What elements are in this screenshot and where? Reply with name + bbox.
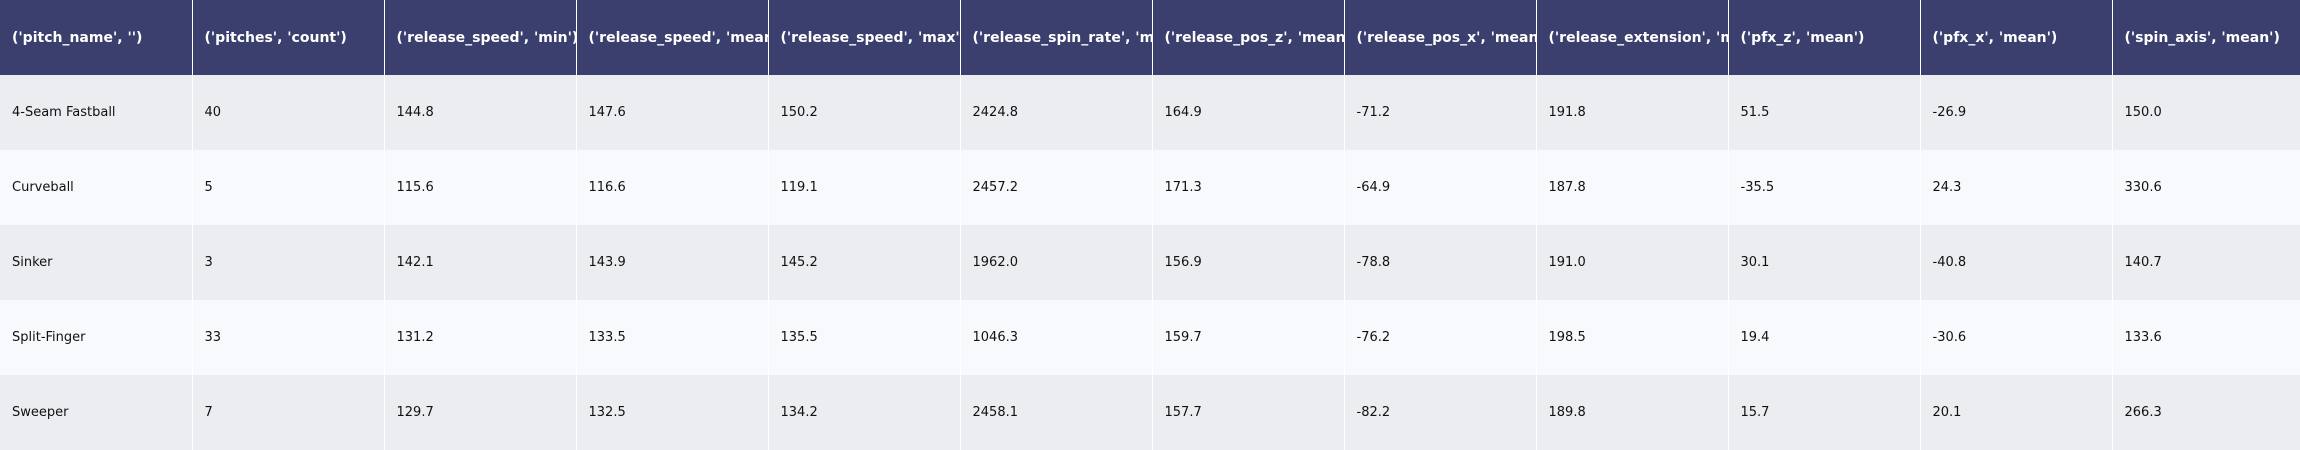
table-cell: -30.6 [1919, 300, 2112, 375]
table-cell: 3 [191, 225, 384, 300]
table-cell: 5 [191, 150, 384, 225]
table-cell: 4-Seam Fastball [0, 75, 192, 150]
table-cell: 135.5 [767, 300, 960, 375]
table-cell: 134.2 [767, 375, 960, 450]
table-cell: 19.4 [1727, 300, 1920, 375]
table-cell: Split-Finger [0, 300, 192, 375]
table-cell: 159.7 [1151, 300, 1344, 375]
table-cell: Curveball [0, 150, 192, 225]
table-cell: -26.9 [1919, 75, 2112, 150]
table-cell: 119.1 [767, 150, 960, 225]
table-cell: -78.8 [1343, 225, 1536, 300]
table-cell: 7 [191, 375, 384, 450]
column-header-6: ('release_pos_z', 'mean') [1151, 0, 1344, 75]
table-cell: -35.5 [1727, 150, 1920, 225]
table-cell: 191.0 [1535, 225, 1728, 300]
pitch-stats-table: ('pitch_name', '') ('pitches', 'count') ('… [0, 0, 2300, 450]
table-cell: 189.8 [1535, 375, 1728, 450]
table-row: Curveball 5 115.6 116.6 119.1 2457.2 171.3 -64.… [0, 150, 2300, 225]
table-cell: 1962.0 [959, 225, 1152, 300]
column-header-5: ('release_spin_rate', 'mean') [959, 0, 1152, 75]
table-cell: 1046.3 [959, 300, 1152, 375]
table-cell: 129.7 [383, 375, 576, 450]
column-header-7: ('release_pos_x', 'mean') [1343, 0, 1536, 75]
table-row: Split-Finger 33 131.2 133.5 135.5 1046.3 159.7… [0, 300, 2300, 375]
table-cell: 132.5 [575, 375, 768, 450]
table-row: Sweeper 7 129.7 132.5 134.2 2458.1 157.7 -82.2 1… [0, 375, 2300, 450]
table-cell: Sweeper [0, 375, 192, 450]
table-cell: 171.3 [1151, 150, 1344, 225]
table-cell: 131.2 [383, 300, 576, 375]
column-header-9: ('pfx_z', 'mean') [1727, 0, 1920, 75]
table-cell: 143.9 [575, 225, 768, 300]
column-header-10: ('pfx_x', 'mean') [1919, 0, 2112, 75]
table-cell: -76.2 [1343, 300, 1536, 375]
table-cell: 164.9 [1151, 75, 1344, 150]
column-header-3: ('release_speed', 'mean') [575, 0, 768, 75]
table-cell: 156.9 [1151, 225, 1344, 300]
table-cell: 2424.8 [959, 75, 1152, 150]
table-cell: 133.5 [575, 300, 768, 375]
table-cell: 266.3 [2111, 375, 2300, 450]
table-cell: 330.6 [2111, 150, 2300, 225]
table-cell: 142.1 [383, 225, 576, 300]
table-cell: -71.2 [1343, 75, 1536, 150]
table-body: 4-Seam Fastball 40 144.8 147.6 150.2 2424.8 16… [0, 75, 2300, 450]
table-cell: 15.7 [1727, 375, 1920, 450]
table-cell: 145.2 [767, 225, 960, 300]
table-cell: -40.8 [1919, 225, 2112, 300]
table-cell: 133.6 [2111, 300, 2300, 375]
table-cell: 116.6 [575, 150, 768, 225]
data-table-container: ('pitch_name', '') ('pitches', 'count') ('… [0, 0, 2300, 450]
table-cell: 30.1 [1727, 225, 1920, 300]
header-row: ('pitch_name', '') ('pitches', 'count') ('… [0, 0, 2300, 75]
table-cell: 144.8 [383, 75, 576, 150]
table-cell: 147.6 [575, 75, 768, 150]
table-cell: 51.5 [1727, 75, 1920, 150]
table-cell: -64.9 [1343, 150, 1536, 225]
column-header-4: ('release_speed', 'max') [767, 0, 960, 75]
table-cell: 2458.1 [959, 375, 1152, 450]
table-cell: 20.1 [1919, 375, 2112, 450]
column-header-0: ('pitch_name', '') [0, 0, 192, 75]
table-cell: 33 [191, 300, 384, 375]
table-cell: 150.0 [2111, 75, 2300, 150]
column-header-2: ('release_speed', 'min') [383, 0, 576, 75]
table-cell: 150.2 [767, 75, 960, 150]
table-cell: 187.8 [1535, 150, 1728, 225]
table-cell: 140.7 [2111, 225, 2300, 300]
table-cell: Sinker [0, 225, 192, 300]
table-cell: 40 [191, 75, 384, 150]
table-cell: 2457.2 [959, 150, 1152, 225]
column-header-11: ('spin_axis', 'mean') [2111, 0, 2300, 75]
table-row: 4-Seam Fastball 40 144.8 147.6 150.2 2424.8 16… [0, 75, 2300, 150]
table-cell: 115.6 [383, 150, 576, 225]
column-header-1: ('pitches', 'count') [191, 0, 384, 75]
table-cell: 198.5 [1535, 300, 1728, 375]
table-cell: 157.7 [1151, 375, 1344, 450]
column-header-8: ('release_extension', 'mean') [1535, 0, 1728, 75]
table-row: Sinker 3 142.1 143.9 145.2 1962.0 156.9 -78.8 19… [0, 225, 2300, 300]
table-cell: -82.2 [1343, 375, 1536, 450]
table-cell: 24.3 [1919, 150, 2112, 225]
table-cell: 191.8 [1535, 75, 1728, 150]
